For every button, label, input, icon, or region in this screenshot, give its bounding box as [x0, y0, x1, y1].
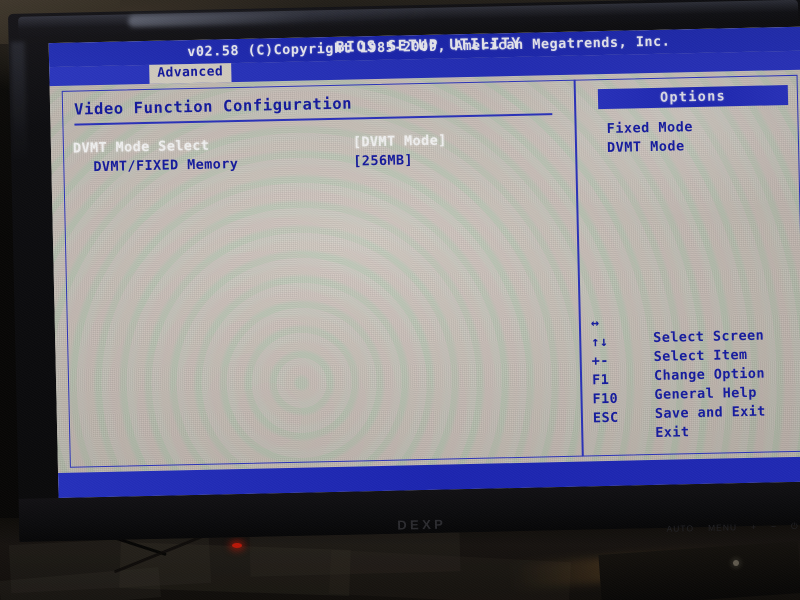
osd-power-icon[interactable]: ⏻ — [791, 521, 799, 532]
setting-label-dvmt-fixed-memory[interactable]: DVMT/FIXED Memory — [93, 156, 238, 175]
desk-glint — [733, 560, 739, 566]
setting-label-dvmt-mode-select[interactable]: DVMT Mode Select — [73, 138, 210, 157]
legend-key-esc: ESC — [592, 409, 619, 427]
monitor: BIOS SETUP UTILITY Advanced Video Functi… — [8, 0, 800, 542]
tab-advanced[interactable]: Advanced — [149, 63, 232, 84]
osd-menu-button[interactable]: MENU — [708, 522, 737, 533]
osd-auto-button[interactable]: AUTO — [666, 523, 694, 534]
options-panel-header: Options — [597, 85, 789, 110]
bios-setup-utility: BIOS SETUP UTILITY Advanced Video Functi… — [48, 26, 800, 499]
option-item-dvmt-mode[interactable]: DVMT Mode — [607, 138, 685, 156]
power-led-indicator — [232, 543, 242, 548]
option-item-fixed-mode[interactable]: Fixed Mode — [606, 119, 693, 137]
setting-value-dvmt-mode-select[interactable]: [DVMT Mode] — [353, 132, 447, 150]
legend-desc-exit: Exit — [655, 424, 690, 441]
bezel-reflection — [10, 41, 28, 162]
options-panel-title: Options — [659, 88, 727, 106]
setting-value-dvmt-fixed-memory[interactable]: [256MB] — [353, 152, 413, 169]
lcd-screen: BIOS SETUP UTILITY Advanced Video Functi… — [48, 26, 800, 499]
photo-scene: BIOS SETUP UTILITY Advanced Video Functi… — [0, 0, 800, 600]
osd-plus-button[interactable]: + — [751, 522, 757, 532]
osd-button-row[interactable]: AUTO MENU + − ⏻ — [646, 511, 799, 545]
osd-minus-button[interactable]: − — [771, 521, 777, 531]
monitor-brand-logo: DEXP — [397, 516, 447, 533]
